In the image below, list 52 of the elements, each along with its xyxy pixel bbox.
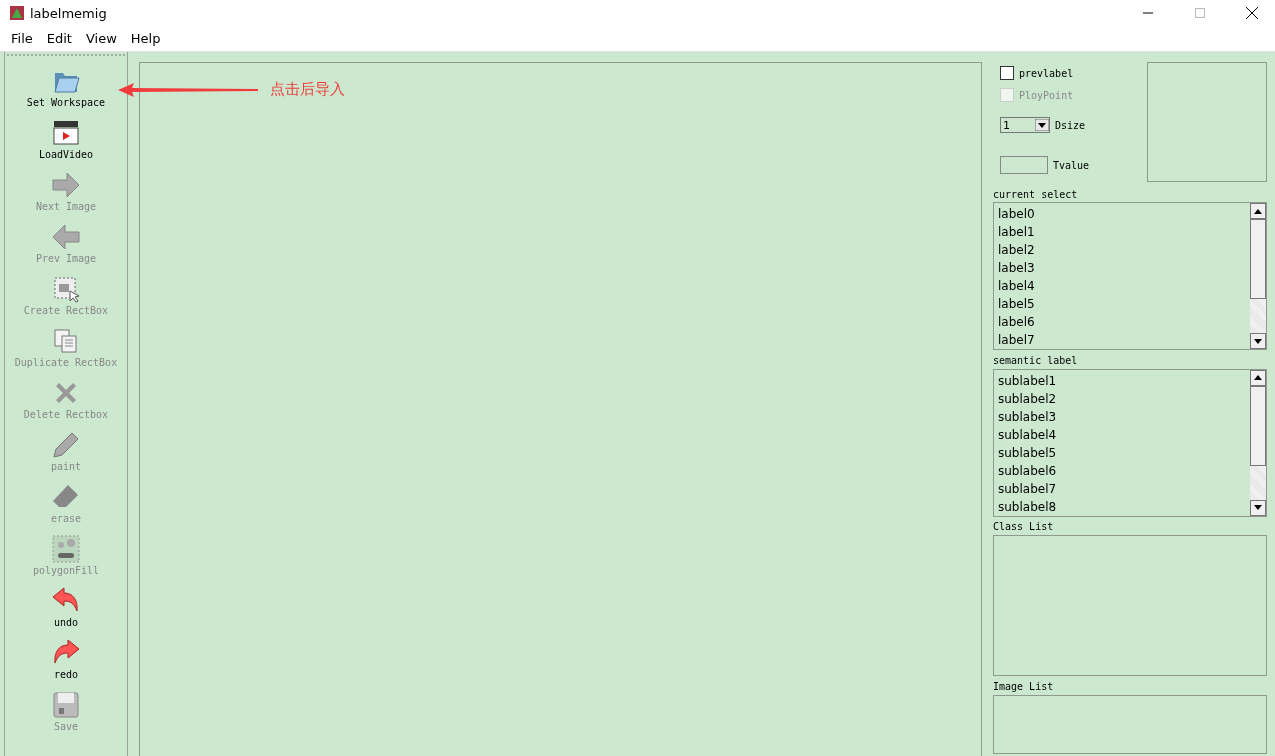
- menu-item[interactable]: View: [78, 31, 124, 46]
- tool-button[interactable]: LoadVideo: [38, 117, 94, 169]
- list-item[interactable]: label2: [994, 241, 1250, 260]
- list-item[interactable]: sublabel5: [994, 443, 1250, 462]
- scrollbar[interactable]: [1250, 369, 1266, 516]
- list-item[interactable]: label0: [994, 205, 1250, 224]
- menu-item[interactable]: Edit: [39, 31, 79, 46]
- field-label: Tvalue: [1053, 159, 1090, 171]
- image-list[interactable]: [993, 694, 1267, 755]
- section-title: Class List: [993, 520, 1055, 535]
- down-arrow-icon: [1254, 505, 1262, 511]
- app-icon: [10, 6, 24, 20]
- close-icon: [1246, 7, 1258, 19]
- list-item[interactable]: sublabel8: [994, 497, 1250, 516]
- section-title: semantic label: [993, 354, 1079, 369]
- list-item[interactable]: label5: [994, 295, 1250, 314]
- class-list[interactable]: [993, 534, 1267, 677]
- up-arrow-icon: [1254, 375, 1262, 381]
- annotation-text: 点击后导入: [270, 80, 345, 99]
- list-item[interactable]: sublabel4: [994, 425, 1250, 444]
- menu-item[interactable]: File: [4, 31, 40, 46]
- section-title: current select: [993, 187, 1079, 202]
- tool-button[interactable]: redo: [50, 637, 82, 689]
- list-item[interactable]: sublabel1: [994, 371, 1250, 390]
- list-item[interactable]: sublabel3: [994, 407, 1250, 426]
- down-arrow-icon: [1254, 338, 1262, 344]
- input-field[interactable]: [1000, 156, 1048, 174]
- semantic-list[interactable]: sublabel1 sublabel2 sublabel3 sublabel4 sublabel5 sublabel6 sublabel7 sublabel8: [993, 368, 1267, 517]
- tool-button[interactable]: undo: [50, 585, 82, 637]
- scrollbar[interactable]: [1250, 203, 1266, 350]
- list-item[interactable]: label3: [994, 259, 1250, 278]
- menu-item[interactable]: Help: [123, 31, 168, 46]
- list-item[interactable]: sublabel7: [994, 479, 1250, 498]
- window-title: labelmemig: [30, 5, 108, 21]
- fill-tool-icon: [50, 533, 82, 565]
- list-item[interactable]: sublabel2: [994, 389, 1250, 408]
- field-label: Dsize: [1055, 119, 1086, 131]
- tool-button[interactable]: Set Workspace: [26, 65, 106, 117]
- checkbox[interactable]: [1000, 66, 1014, 80]
- dropdown-arrow-icon: [1035, 119, 1049, 131]
- label-list[interactable]: label0 label1 label2 label3 label4 label5 label6 label7: [993, 202, 1267, 351]
- maximize-icon: [1195, 8, 1205, 18]
- list-item[interactable]: label4: [994, 277, 1250, 296]
- size-dropdown[interactable]: 1: [1000, 117, 1050, 133]
- section-title: Image List: [993, 680, 1055, 695]
- list-item[interactable]: label6: [994, 313, 1250, 332]
- list-item[interactable]: label7: [994, 331, 1250, 350]
- list-item[interactable]: label1: [994, 223, 1250, 242]
- list-item[interactable]: sublabel6: [994, 461, 1250, 480]
- checkbox-label: prevlabel: [1019, 67, 1074, 79]
- checkbox-label: PloyPoint: [1019, 89, 1074, 101]
- up-arrow-icon: [1254, 208, 1262, 214]
